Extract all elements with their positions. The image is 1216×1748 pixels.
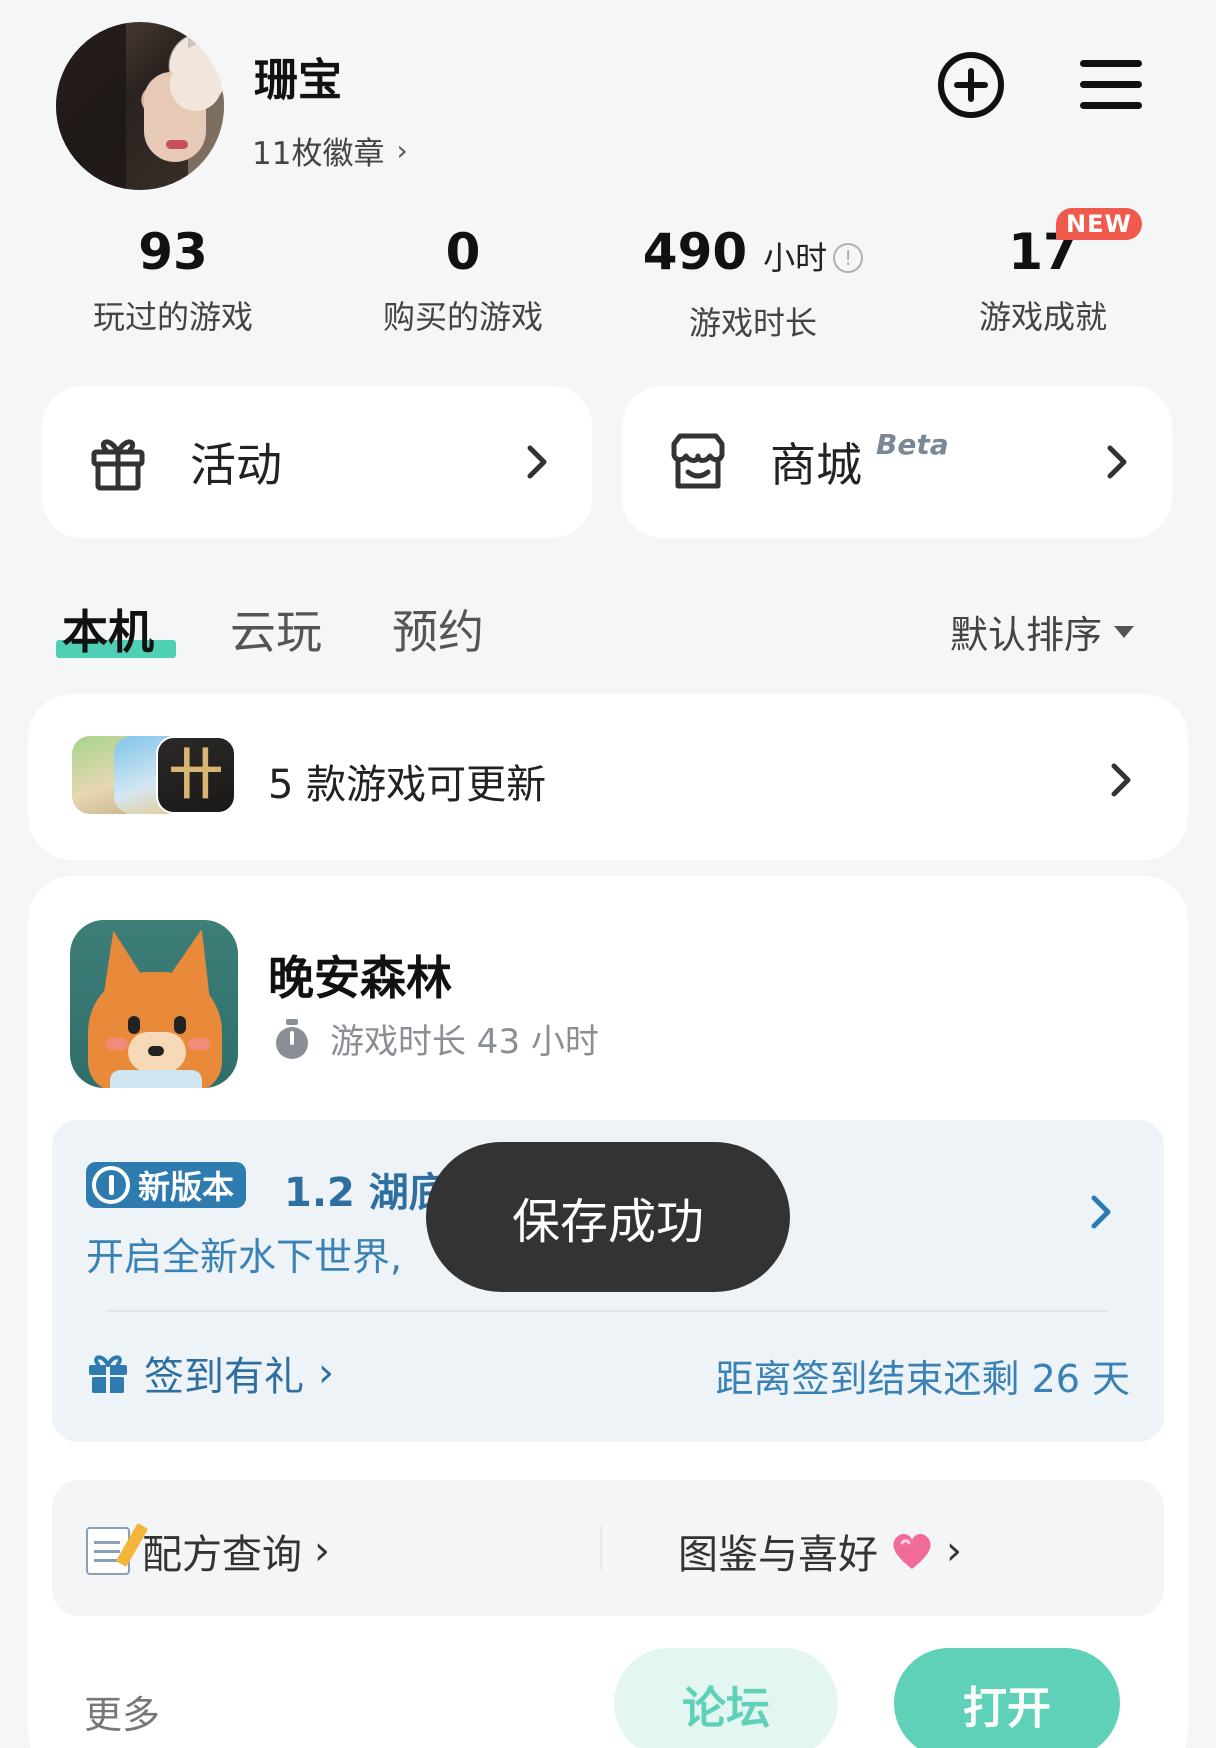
store-label: 商城: [770, 438, 862, 492]
chevron-right-icon: ›: [946, 1528, 962, 1574]
hamburger-menu-icon: [1080, 60, 1142, 109]
toast-message: 保存成功: [426, 1142, 790, 1292]
sort-label: 默认排序: [950, 613, 1103, 657]
stat-label: 游戏时长: [688, 304, 817, 342]
version-title: 1.2 湖底: [284, 1170, 449, 1216]
fox-eye: [128, 1016, 140, 1034]
tab-reserve[interactable]: 预约: [392, 596, 484, 662]
stopwatch-icon: [276, 1018, 308, 1059]
sort-dropdown[interactable]: 默认排序: [950, 604, 1135, 659]
stat-value: 93: [138, 223, 208, 281]
chevron-right-icon: ›: [318, 1350, 334, 1396]
store-icon: [671, 433, 725, 489]
avatar-hair: [56, 22, 126, 190]
beta-tag: Beta: [876, 428, 949, 461]
stat-value: 17: [1008, 223, 1078, 281]
recipe-label: 配方查询: [142, 1532, 302, 1578]
fox-eye: [174, 1016, 186, 1034]
play-time-text: 游戏时长 43 小时: [330, 1022, 599, 1062]
chevron-right-icon: [1091, 1195, 1111, 1229]
new-badge: NEW: [1056, 208, 1142, 240]
stat-label: 游戏成就: [978, 298, 1107, 336]
chevron-right-icon: [1107, 445, 1127, 479]
activity-card[interactable]: 活动: [42, 386, 592, 538]
store-card[interactable]: 商城 Beta: [622, 386, 1172, 538]
stat-unit: 小时: [763, 239, 828, 277]
heart-icon: [893, 1533, 931, 1569]
stat-achievements[interactable]: 17 游戏成就: [898, 222, 1188, 338]
divider: [600, 1526, 602, 1570]
version-description: 开启全新水下世界,: [86, 1235, 403, 1279]
game-icon[interactable]: [70, 920, 238, 1088]
signin-reward-link[interactable]: 签到有礼 ›: [86, 1344, 334, 1402]
play-time: 游戏时长 43 小时: [272, 1014, 599, 1063]
stat-value: 490: [642, 223, 748, 281]
game-card: 晚安森林 游戏时长 43 小时 新版本 1.2 湖底 开启全新水下世界, 园: [28, 876, 1188, 1748]
signin-remaining: 距离签到结束还剩 26 天: [715, 1357, 1130, 1401]
signin-label: 签到有礼: [144, 1354, 304, 1400]
menu-button[interactable]: [1074, 48, 1148, 122]
recipe-link[interactable]: 配方查询 ›: [86, 1522, 330, 1580]
stat-value: 0: [445, 223, 481, 281]
gallery-link[interactable]: 图鉴与喜好 ›: [678, 1522, 962, 1580]
new-version-label: 新版本: [138, 1168, 235, 1206]
stat-played-games[interactable]: 93 玩过的游戏: [28, 222, 318, 338]
thumbnail-glyph: 卄: [169, 743, 223, 806]
badges-link[interactable]: 11枚徽章 ›: [252, 128, 408, 173]
version-icon: [92, 1166, 130, 1204]
chevron-right-icon: ›: [396, 134, 408, 167]
username[interactable]: 珊宝: [254, 44, 342, 108]
divider: [106, 1310, 1108, 1312]
caret-down-icon: [1114, 625, 1135, 638]
gift-icon: [89, 1355, 127, 1393]
fox-nose: [148, 1046, 164, 1056]
game-thumbnail: 卄: [156, 736, 236, 814]
updates-card[interactable]: 卄 5 款游戏可更新: [28, 694, 1188, 860]
tab-cloud[interactable]: 云玩: [230, 596, 322, 662]
add-button[interactable]: [934, 48, 1008, 122]
chevron-right-icon: [1111, 763, 1131, 797]
tab-local[interactable]: 本机: [62, 596, 154, 662]
stat-purchased-games[interactable]: 0 购买的游戏: [318, 222, 608, 338]
avatar-lips: [166, 140, 188, 149]
updates-text: 5 款游戏可更新: [268, 762, 547, 808]
badges-count: 11枚徽章: [252, 136, 385, 172]
gift-icon: [91, 439, 145, 491]
new-version-badge: 新版本: [86, 1162, 247, 1208]
game-links: 配方查询 › 图鉴与喜好 ›: [52, 1480, 1164, 1616]
game-title[interactable]: 晚安森林: [268, 942, 452, 1008]
fox-cheek: [188, 1038, 210, 1050]
avatar[interactable]: [56, 22, 224, 190]
stat-play-time[interactable]: 490 小时 ! 游戏时长: [608, 222, 898, 344]
fox-cheek: [106, 1038, 128, 1050]
stat-label: 购买的游戏: [382, 298, 543, 336]
fox-shirt: [110, 1070, 202, 1088]
more-link[interactable]: 更多: [84, 1684, 160, 1739]
info-icon[interactable]: !: [833, 243, 864, 273]
gallery-label: 图鉴与喜好: [678, 1532, 878, 1578]
plus-circle-icon: [938, 52, 1004, 118]
chevron-right-icon: [527, 445, 547, 479]
forum-button[interactable]: 论坛: [614, 1648, 838, 1748]
stat-label: 玩过的游戏: [92, 298, 253, 336]
open-game-button[interactable]: 打开: [894, 1648, 1120, 1748]
memo-icon: [86, 1522, 149, 1575]
chevron-right-icon: ›: [314, 1528, 330, 1574]
activity-label: 活动: [190, 438, 282, 492]
